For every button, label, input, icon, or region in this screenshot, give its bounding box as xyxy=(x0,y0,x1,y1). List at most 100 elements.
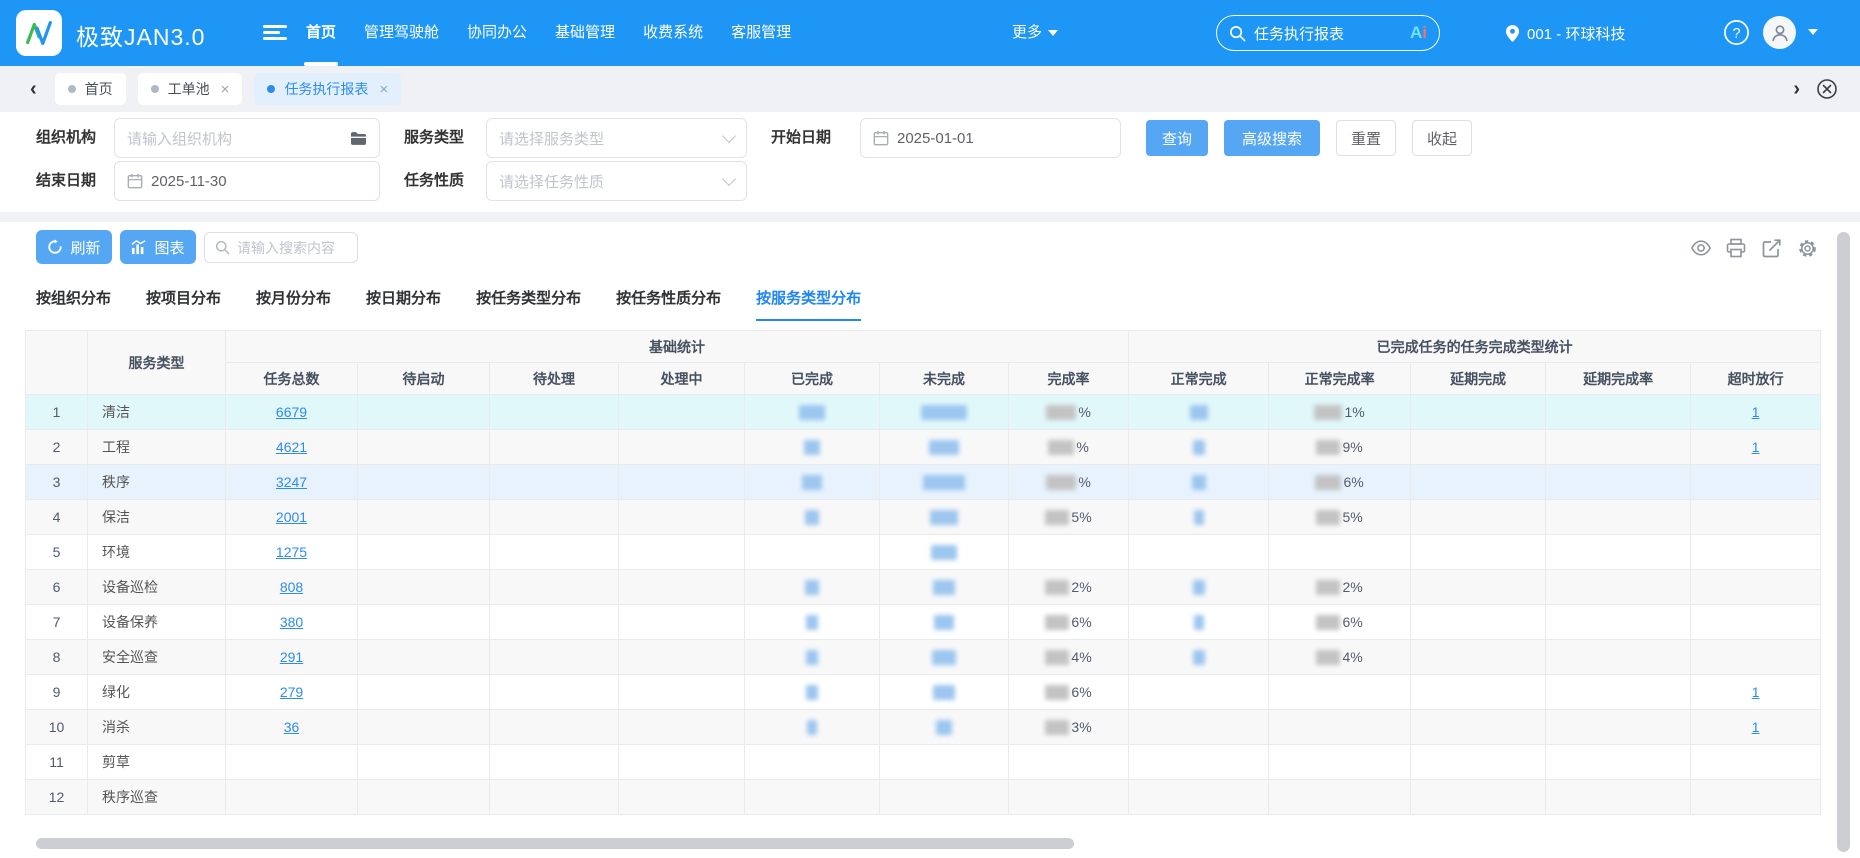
cell-uncompleted xyxy=(879,499,1009,535)
ai-badge[interactable]: Ai xyxy=(1410,23,1427,43)
open-tab-0[interactable]: 首页 xyxy=(54,73,126,105)
col-header-10[interactable]: 延期完成率 xyxy=(1545,362,1692,395)
tab-close-icon[interactable]: × xyxy=(221,81,230,98)
table-search-input[interactable]: 请输入搜索内容 xyxy=(204,232,358,263)
column-visibility-button[interactable] xyxy=(1690,238,1712,258)
col-header-9[interactable]: 延期完成 xyxy=(1410,362,1547,395)
task-total-link[interactable]: 36 xyxy=(284,719,300,735)
reset-button[interactable]: 重置 xyxy=(1336,120,1396,156)
header-search-value[interactable]: 任务执行报表 xyxy=(1254,23,1402,44)
dist-tab-2[interactable]: 按月份分布 xyxy=(256,287,331,321)
collapse-button[interactable]: 收起 xyxy=(1412,120,1472,156)
advanced-search-button[interactable]: 高级搜索 xyxy=(1224,120,1320,156)
col-header-5[interactable]: 未完成 xyxy=(879,362,1009,395)
horizontal-scrollbar-thumb[interactable] xyxy=(36,838,1074,849)
dist-tab-3[interactable]: 按日期分布 xyxy=(366,287,441,321)
cell-normal-rate: 9% xyxy=(1268,429,1412,465)
cell-service-type: 设备保养 xyxy=(87,604,226,640)
nav-item-5[interactable]: 客服管理 xyxy=(717,0,805,66)
redacted-value-blob xyxy=(1316,510,1341,526)
print-button[interactable] xyxy=(1726,238,1746,258)
help-button[interactable]: ? xyxy=(1723,19,1750,46)
start-date-input[interactable]: 2025-01-01 xyxy=(860,118,1121,158)
avatar[interactable] xyxy=(1763,16,1796,49)
dist-tab-5[interactable]: 按任务性质分布 xyxy=(616,287,721,321)
task-total-link[interactable]: 3247 xyxy=(276,474,307,490)
overtime-pass-link[interactable]: 1 xyxy=(1752,719,1760,735)
col-header-3[interactable]: 处理中 xyxy=(618,362,745,395)
folder-icon[interactable] xyxy=(350,131,367,146)
col-header-2[interactable]: 待处理 xyxy=(489,362,619,395)
cell-delayed-rate xyxy=(1545,709,1692,745)
header-search[interactable]: 任务执行报表 Ai xyxy=(1216,15,1440,51)
nav-item-3[interactable]: 基础管理 xyxy=(541,0,629,66)
col-header-1[interactable]: 待启动 xyxy=(357,362,490,395)
task-total-link[interactable]: 1275 xyxy=(276,544,307,560)
task-total-link[interactable]: 6679 xyxy=(276,404,307,420)
col-header-7[interactable]: 正常完成 xyxy=(1128,362,1270,395)
open-tab-1[interactable]: 工单池 × xyxy=(137,73,243,105)
overtime-pass-link[interactable]: 1 xyxy=(1752,439,1760,455)
end-date-input[interactable]: 2025-11-30 xyxy=(114,161,380,201)
close-all-tabs-icon[interactable] xyxy=(1816,78,1838,100)
open-tab-2[interactable]: 任务执行报表 × xyxy=(254,73,402,105)
nav-item-1[interactable]: 管理驾驶舱 xyxy=(350,0,453,66)
cell-normal-completed xyxy=(1128,604,1270,640)
tabs-scroll-right-icon[interactable]: › xyxy=(1793,78,1800,101)
org-filter-input[interactable]: 请输入组织机构 xyxy=(114,118,380,158)
col-header-8[interactable]: 正常完成率 xyxy=(1268,362,1412,395)
nav-item-0[interactable]: 首页 xyxy=(292,0,350,66)
dist-tab-4[interactable]: 按任务类型分布 xyxy=(476,287,581,321)
task-total-link[interactable]: 380 xyxy=(280,614,303,630)
cell-task-total: 1275 xyxy=(225,534,358,570)
overtime-pass-link[interactable]: 1 xyxy=(1752,404,1760,420)
overtime-pass-link[interactable]: 1 xyxy=(1752,684,1760,700)
account-chevron-down-icon[interactable] xyxy=(1808,29,1818,35)
refresh-button[interactable]: 刷新 xyxy=(36,230,112,264)
task-total-link[interactable]: 4621 xyxy=(276,439,307,455)
calendar-icon xyxy=(873,130,889,146)
report-table-wrap: 服务类型 基础统计 已完成任务的任务完成类型统计 任务总数 待启动 待处理 处理中 已完… xyxy=(25,330,1822,815)
org-selector[interactable]: 001 - 环球科技 xyxy=(1505,0,1625,66)
cell-task-total: 3247 xyxy=(225,464,358,500)
query-button[interactable]: 查询 xyxy=(1146,120,1208,156)
nav-item-4[interactable]: 收费系统 xyxy=(629,0,717,66)
col-header-0[interactable]: 任务总数 xyxy=(225,362,358,395)
nav-more[interactable]: 更多 xyxy=(1012,0,1059,66)
task-total-link[interactable]: 279 xyxy=(280,684,303,700)
distribution-tabs: 按组织分布 按项目分布 按月份分布 按日期分布 按任务类型分布 按任务性质分布 按服务类型分… xyxy=(36,287,862,321)
dist-tab-1[interactable]: 按项目分布 xyxy=(146,287,221,321)
cell-delayed-rate xyxy=(1545,394,1692,430)
col-header-4[interactable]: 已完成 xyxy=(744,362,880,395)
cell-task-total: 279 xyxy=(225,674,358,710)
cell-task-total: 380 xyxy=(225,604,358,640)
chart-button[interactable]: 图表 xyxy=(120,230,196,264)
app-header: 极致JAN3.0 首页 管理驾驶舱 协同办公 基础管理 收费系统 客服管理 更多 任务执行… xyxy=(0,0,1860,66)
cell-normal-rate: 1% xyxy=(1268,394,1412,430)
task-total-link[interactable]: 291 xyxy=(280,649,303,665)
cell-normal-completed xyxy=(1128,674,1270,710)
cell-completion-rate: % xyxy=(1007,429,1130,465)
nature-filter-select[interactable]: 请选择任务性质 xyxy=(486,161,747,201)
task-total-link[interactable]: 2001 xyxy=(276,509,307,525)
filter-panel: 组织机构 请输入组织机构 服务类型 请选择服务类型 开始日期 2025-01-0… xyxy=(0,112,1860,212)
tab-close-icon[interactable]: × xyxy=(379,81,388,98)
cell-completed xyxy=(744,499,880,535)
tabs-scroll-left-icon[interactable]: ‹ xyxy=(30,78,37,101)
dist-tab-6[interactable]: 按服务类型分布 xyxy=(756,287,862,321)
service-filter-select[interactable]: 请选择服务类型 xyxy=(486,118,747,158)
col-header-11[interactable]: 超时放行 xyxy=(1690,362,1822,395)
dist-tab-0[interactable]: 按组织分布 xyxy=(36,287,111,321)
redacted-value-blob xyxy=(1192,580,1205,596)
cell-normal-rate: 6% xyxy=(1268,464,1412,500)
task-total-link[interactable]: 808 xyxy=(280,579,303,595)
service-type-header[interactable]: 服务类型 xyxy=(87,330,226,395)
vertical-scrollbar-thumb[interactable] xyxy=(1837,232,1850,852)
col-header-6[interactable]: 完成率 xyxy=(1007,362,1130,395)
nav-item-2[interactable]: 协同办公 xyxy=(453,0,541,66)
export-button[interactable] xyxy=(1762,238,1782,258)
menu-toggle-icon[interactable] xyxy=(263,22,287,44)
tab-label: 工单池 xyxy=(167,81,210,97)
cell-delayed-completed xyxy=(1410,464,1547,500)
settings-button[interactable] xyxy=(1797,238,1817,258)
